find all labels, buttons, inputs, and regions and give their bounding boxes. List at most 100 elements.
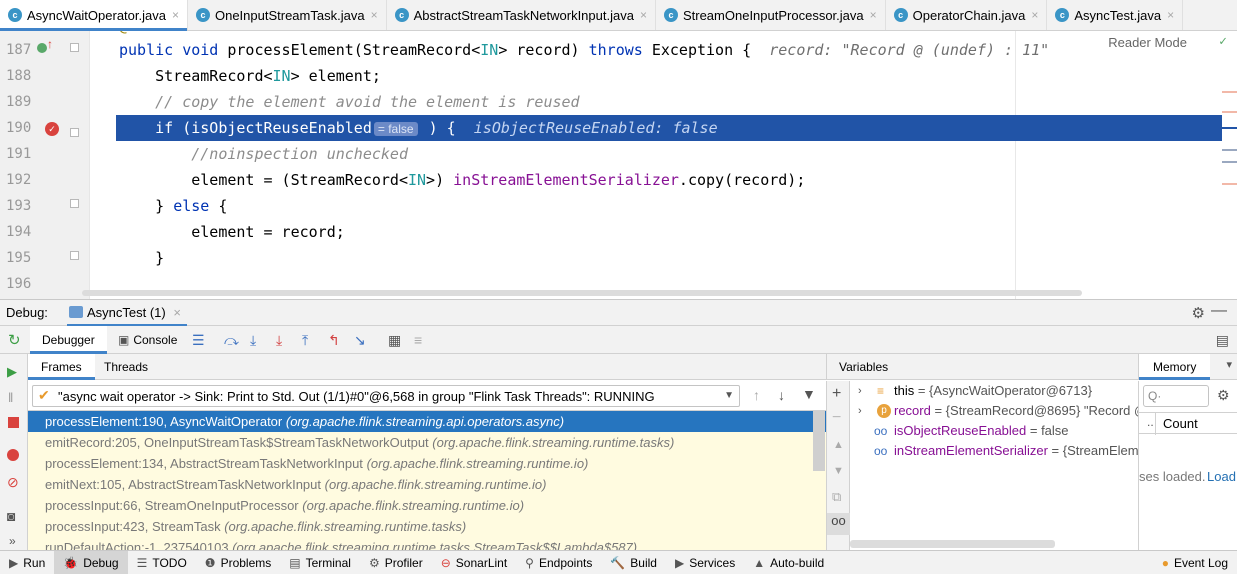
editor-tab[interactable]: c AbstractStreamTaskNetworkInput.java × — [387, 0, 656, 30]
chevron-down-icon[interactable]: ▾ — [1226, 358, 1232, 371]
variables-scrollbar[interactable] — [850, 540, 1055, 548]
drop-frame-icon[interactable]: ↰ — [328, 332, 340, 349]
editor-tab[interactable]: c StreamOneInputProcessor.java × — [656, 0, 886, 30]
close-tab-icon[interactable]: × — [172, 8, 179, 22]
memory-load-link[interactable]: Load — [1207, 469, 1236, 484]
minimize-icon[interactable]: — — [1211, 302, 1227, 320]
code-line[interactable]: 195 } — [0, 245, 1237, 271]
pause-icon[interactable]: ‖ — [8, 390, 13, 405]
close-tab-icon[interactable]: × — [1167, 8, 1174, 22]
memory-search-input[interactable]: Q· — [1143, 385, 1209, 407]
tool-window-button[interactable]: ▲ Auto-build — [744, 551, 833, 574]
error-stripe-mark[interactable] — [1222, 127, 1237, 129]
thread-select[interactable]: ✔ "async wait operator -> Sink: Print to… — [32, 385, 740, 407]
stop-icon[interactable] — [8, 417, 19, 428]
code-line[interactable]: 191 //noinspection unchecked — [0, 141, 1237, 167]
variable-item[interactable]: oo inStreamElementSerializer = {StreamEle… — [850, 441, 1138, 461]
line-number[interactable]: 195 — [6, 245, 36, 271]
tab-threads[interactable]: Threads — [104, 360, 148, 374]
variable-item[interactable]: oo isObjectReuseEnabled = false — [850, 421, 1138, 441]
layout-icon[interactable]: ▤ — [1216, 332, 1229, 349]
implements-arrow-icon[interactable]: ↑ — [47, 37, 53, 51]
code-editor[interactable]: @Override Reader Mode ✓ 187public void p… — [0, 31, 1237, 299]
variable-item[interactable]: › ≡ this = {AsyncWaitOperator@6713} — [850, 381, 1138, 401]
variable-item[interactable]: › p record = {StreamRecord@8695} "Record @ — [850, 401, 1138, 421]
line-number[interactable]: 196 — [6, 271, 36, 297]
close-tab-icon[interactable]: × — [371, 8, 378, 22]
threads-menu-icon[interactable]: ☰ — [192, 332, 205, 349]
move-up-icon[interactable]: ▲ — [833, 439, 844, 451]
code-line[interactable]: 187 public void processElement(StreamReco… — [0, 37, 1237, 63]
duplicate-icon[interactable]: ⧉ — [832, 489, 841, 505]
code-line[interactable]: 193 } else { — [0, 193, 1237, 219]
code-line[interactable]: 190 if (isObjectReuseEnabled = false ) { … — [6, 115, 1222, 141]
tab-frames[interactable]: Frames — [28, 354, 95, 380]
tab-memory[interactable]: Memory — [1139, 354, 1211, 380]
camera-icon[interactable]: ◙ — [7, 508, 15, 524]
close-tab-icon[interactable]: × — [640, 8, 647, 22]
breakpoint-icon[interactable]: ✓ — [45, 122, 59, 136]
fold-icon[interactable] — [70, 43, 79, 52]
tool-window-button[interactable]: ❶ Problems — [196, 551, 280, 574]
close-tab-icon[interactable]: × — [870, 8, 877, 22]
frame-up-icon[interactable]: ↑ — [753, 387, 760, 403]
editor-tab[interactable]: c OperatorChain.java × — [886, 0, 1048, 30]
mute-breakpoints-icon[interactable]: ⊘ — [7, 474, 19, 491]
stack-frame-item[interactable]: processElement:190, AsyncWaitOperator (o… — [28, 411, 826, 432]
line-number[interactable]: 188 — [6, 63, 36, 89]
line-number[interactable]: 191 — [6, 141, 36, 167]
code-line[interactable]: 192 element = (StreamRecord<IN>) inStrea… — [0, 167, 1237, 193]
line-number[interactable]: 190 — [6, 115, 36, 141]
code-line[interactable]: 189 // copy the element avoid the elemen… — [0, 89, 1237, 115]
frame-down-icon[interactable]: ↓ — [778, 387, 785, 403]
more-icon[interactable]: » — [9, 534, 16, 548]
rerun-icon[interactable]: ↻ — [8, 331, 21, 349]
tool-window-button[interactable]: ☰ TODO — [128, 551, 196, 574]
tool-window-button[interactable]: ● Event Log — [1153, 551, 1237, 574]
line-number[interactable]: 187 — [6, 37, 36, 63]
fold-icon[interactable] — [70, 251, 79, 260]
frames-scrollbar[interactable] — [813, 411, 825, 471]
fold-icon[interactable] — [70, 199, 79, 208]
trace-icon[interactable]: ≡ — [414, 332, 422, 348]
settings-gear-icon[interactable]: ⚙ — [1192, 304, 1205, 322]
glasses-icon[interactable]: oo — [827, 513, 850, 535]
code-line[interactable]: 188 StreamRecord<IN> element; — [0, 63, 1237, 89]
expand-icon[interactable]: › — [858, 381, 862, 401]
editor-tab[interactable]: c AsyncTest.java × — [1047, 0, 1184, 30]
tool-window-button[interactable]: 🔨 Build — [601, 551, 666, 574]
editor-tab[interactable]: c AsyncWaitOperator.java × — [0, 0, 188, 31]
override-method-icon[interactable] — [37, 43, 47, 53]
line-number[interactable]: 192 — [6, 167, 36, 193]
new-watch-icon[interactable]: + — [832, 385, 841, 403]
memory-settings-icon[interactable]: ⚙ — [1217, 387, 1230, 404]
evaluate-expression-icon[interactable]: ▦ — [388, 332, 401, 349]
tool-window-button[interactable]: ⚲ Endpoints — [516, 551, 601, 574]
expand-icon[interactable]: › — [858, 401, 862, 421]
tab-console[interactable]: ▣ Console — [118, 333, 177, 347]
tool-window-button[interactable]: 🐞 Debug — [54, 550, 128, 574]
line-number[interactable]: 194 — [6, 219, 36, 245]
show-execution-point-icon[interactable]: ⤼ — [224, 332, 239, 349]
step-out-icon[interactable]: ⤒ — [302, 332, 308, 349]
move-down-icon[interactable]: ▼ — [833, 465, 844, 477]
run-to-cursor-icon[interactable]: ↘ — [354, 332, 366, 349]
close-tab-icon[interactable]: × — [1031, 8, 1038, 22]
view-breakpoints-icon[interactable] — [7, 449, 19, 461]
code-line[interactable]: 194 element = record; — [0, 219, 1237, 245]
variables-tree[interactable]: › ≡ this = {AsyncWaitOperator@6713} › p recor… — [850, 381, 1138, 550]
step-over-icon[interactable]: ⤓ — [250, 332, 256, 349]
step-into-icon[interactable]: ⤓ — [276, 332, 282, 349]
count-column-header[interactable]: Count — [1163, 416, 1198, 431]
resume-icon[interactable]: ▶ — [7, 364, 17, 380]
frames-list[interactable]: processElement:190, AsyncWaitOperator (o… — [28, 411, 826, 550]
close-session-icon[interactable]: × — [173, 305, 181, 320]
tool-window-button[interactable]: ▶ Run — [0, 551, 54, 574]
stack-frame-item[interactable]: emitRecord:205, OneInputStreamTask$Strea… — [28, 432, 826, 453]
line-number[interactable]: 193 — [6, 193, 36, 219]
stack-frame-item[interactable]: emitNext:105, AbstractStreamTaskNetworkI… — [28, 474, 826, 495]
tab-debugger[interactable]: Debugger — [30, 326, 107, 354]
tool-window-button[interactable]: ▤ Terminal — [280, 551, 360, 574]
stack-frame-item[interactable]: runDefaultAction:-1, 237540103 (org.apac… — [28, 537, 826, 550]
stack-frame-item[interactable]: processInput:66, StreamOneInputProcessor… — [28, 495, 826, 516]
